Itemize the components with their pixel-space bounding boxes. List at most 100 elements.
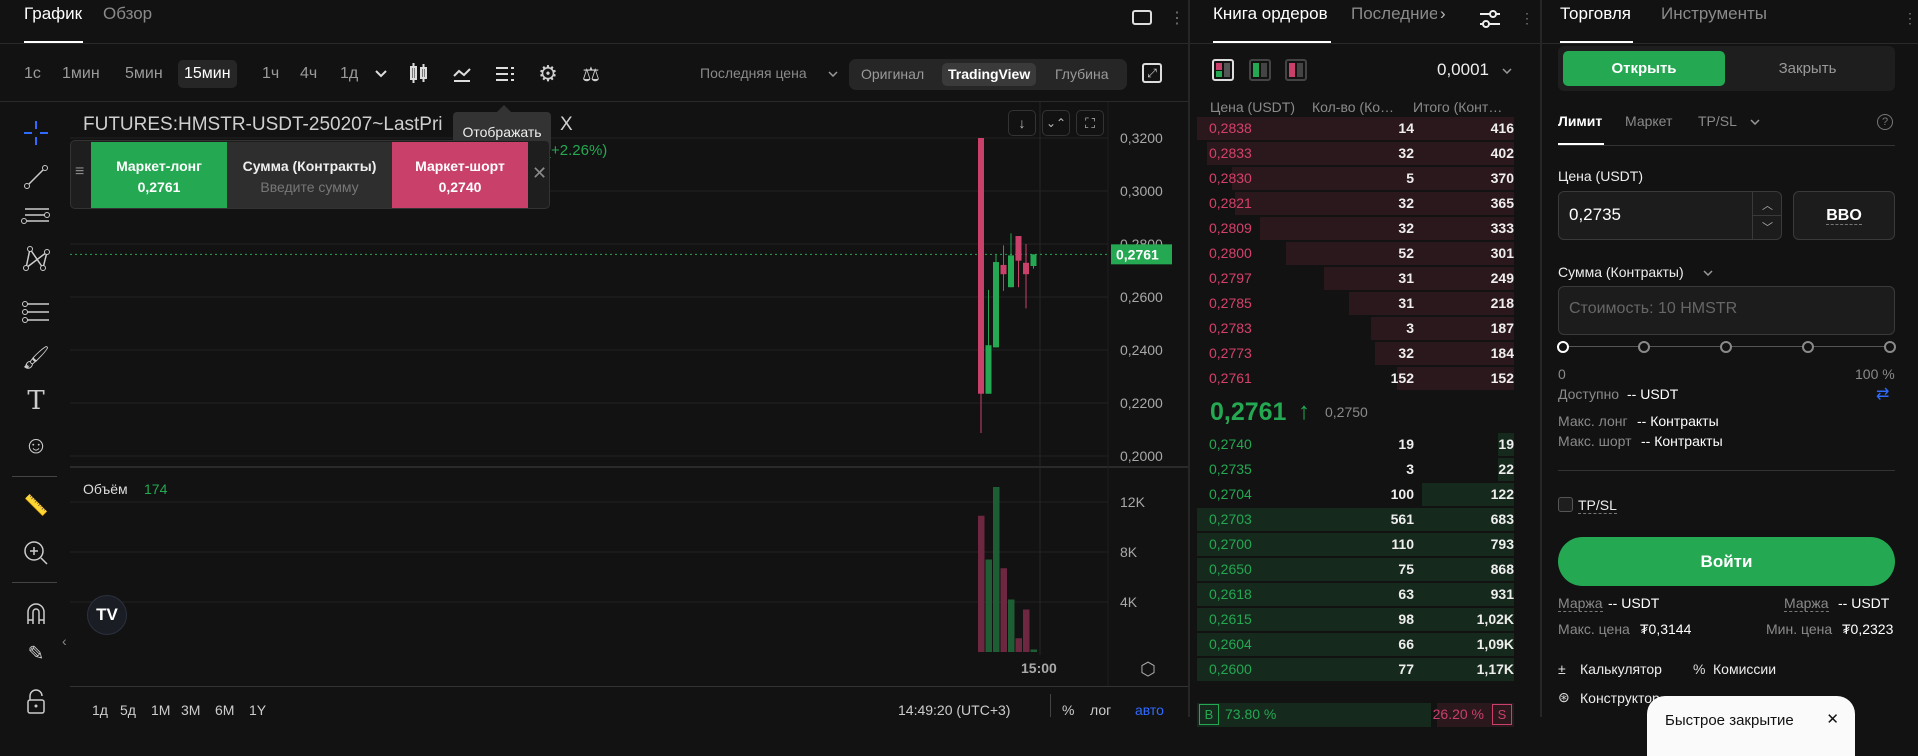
ask-row[interactable]: 0,2800 52 301 xyxy=(1197,242,1514,265)
range-button[interactable]: 1М xyxy=(151,702,170,718)
swap-icon[interactable]: ⇄ xyxy=(1876,384,1889,404)
price-input[interactable]: 0,2735 ︿ ﹀ xyxy=(1558,191,1782,240)
open-button[interactable]: Открыть xyxy=(1563,51,1725,86)
quick-close-popup[interactable]: Быстрое закрытие ✕ xyxy=(1647,696,1855,756)
bid-row[interactable]: 0,2604 66 1,09K xyxy=(1197,633,1514,656)
bbo-button[interactable]: BBO xyxy=(1793,191,1895,240)
volume-bar xyxy=(1008,599,1015,652)
order-type-limit[interactable]: Лимит xyxy=(1558,113,1602,129)
ask-row[interactable]: 0,2785 31 218 xyxy=(1197,292,1514,315)
ask-row[interactable]: 0,2797 31 249 xyxy=(1197,267,1514,290)
tpsl-checkbox[interactable] xyxy=(1558,497,1573,512)
candle-body xyxy=(1008,255,1014,288)
sliders-icon[interactable] xyxy=(1477,6,1503,32)
close-icon[interactable]: ✕ xyxy=(532,163,547,184)
bid-row[interactable]: 0,2735 3 22 xyxy=(1197,458,1514,481)
slider-step-75[interactable] xyxy=(1802,341,1814,353)
range-button[interactable]: 3М xyxy=(181,702,200,718)
ask-row[interactable]: 0,2783 3 187 xyxy=(1197,317,1514,340)
time-axis-label: 15:00 xyxy=(1021,660,1057,676)
market-short-price: 0,2740 xyxy=(438,179,482,195)
bid-row[interactable]: 0,2704 100 122 xyxy=(1197,483,1514,506)
amount-placeholder: Введите сумму xyxy=(260,179,359,195)
precision-select[interactable]: 0,0001 xyxy=(1437,60,1489,80)
view-asks-icon[interactable] xyxy=(1285,59,1307,81)
auto-scale-button[interactable]: авто xyxy=(1135,702,1164,718)
ask-row[interactable]: 0,2838 14 416 xyxy=(1197,117,1514,140)
ask-row[interactable]: 0,2830 5 370 xyxy=(1197,167,1514,190)
bid-row[interactable]: 0,2600 77 1,17K xyxy=(1197,658,1514,681)
range-button[interactable]: 6М xyxy=(215,702,234,718)
row-total: 333 xyxy=(1490,220,1514,236)
ask-row[interactable]: 0,2773 32 184 xyxy=(1197,342,1514,365)
candle-body xyxy=(1015,236,1022,261)
axis-settings-icon[interactable]: ⬡ xyxy=(1137,658,1159,680)
order-type-tpsl[interactable]: TP/SL xyxy=(1698,113,1737,129)
market-short-button[interactable]: Маркет-шорт 0,2740 xyxy=(392,142,528,208)
margin-value-long: -- USDT xyxy=(1608,595,1660,611)
fees-link[interactable]: Комиссии xyxy=(1713,661,1776,677)
bid-row[interactable]: 0,2650 75 868 xyxy=(1197,558,1514,581)
view-both-icon[interactable] xyxy=(1212,59,1234,81)
range-button[interactable]: 1д xyxy=(92,702,108,718)
volume-tick-label: 12K xyxy=(1120,494,1146,510)
tradingview-logo[interactable]: TV xyxy=(87,595,127,635)
panel-divider[interactable] xyxy=(1188,0,1190,717)
close-button[interactable]: Закрыть xyxy=(1725,51,1890,86)
order-type-market[interactable]: Маркет xyxy=(1625,113,1672,129)
ask-row[interactable]: 0,2821 32 365 xyxy=(1197,192,1514,215)
slider-step-25[interactable] xyxy=(1638,341,1650,353)
price-tick-label: 0,3200 xyxy=(1120,130,1163,146)
row-price: 0,2703 xyxy=(1209,511,1252,527)
amount-input[interactable]: Сумма (Контракты) Введите сумму xyxy=(227,142,392,208)
tab-orderbook[interactable]: Книга ордеров xyxy=(1213,4,1328,24)
reset-view-icon[interactable]: ⛶ xyxy=(1076,110,1104,136)
collapse-icon[interactable]: ⌄⌃ xyxy=(1042,110,1070,136)
slider-handle[interactable] xyxy=(1557,341,1569,353)
row-qty: 52 xyxy=(1398,245,1414,261)
price-tick-label: 0,2200 xyxy=(1120,395,1163,411)
view-bids-icon[interactable] xyxy=(1249,59,1271,81)
symbol-title-tail: X xyxy=(560,114,573,135)
increment-icon[interactable]: ︿ xyxy=(1762,197,1773,213)
scroll-to-latest-icon[interactable]: ↓ xyxy=(1008,110,1036,136)
range-button[interactable]: 1Y xyxy=(249,702,266,718)
bid-row[interactable]: 0,2703 561 683 xyxy=(1197,508,1514,531)
bid-row[interactable]: 0,2700 110 793 xyxy=(1197,533,1514,556)
calculator-link[interactable]: Калькулятор xyxy=(1580,661,1662,677)
ask-row[interactable]: 0,2833 32 402 xyxy=(1197,142,1514,165)
drag-handle-icon[interactable]: ≡ xyxy=(75,163,84,181)
amount-input[interactable]: Стоимость: 10 HMSTR xyxy=(1558,286,1895,335)
help-icon[interactable]: ? xyxy=(1877,114,1893,130)
max-price-value: ₮0,3144 xyxy=(1640,621,1692,637)
range-button[interactable]: 5д xyxy=(120,702,136,718)
ask-row[interactable]: 0,2761 152 152 xyxy=(1197,367,1514,390)
tab-trade[interactable]: Торговля xyxy=(1560,4,1631,24)
slider-step-100[interactable] xyxy=(1884,341,1896,353)
row-price: 0,2783 xyxy=(1209,320,1252,336)
tab-recent-trades[interactable]: Последние xyxy=(1351,4,1437,24)
bid-row[interactable]: 0,2618 63 931 xyxy=(1197,583,1514,606)
chevron-right-icon[interactable]: › xyxy=(1440,4,1446,24)
divider xyxy=(70,686,1188,687)
chevron-down-icon[interactable] xyxy=(1748,115,1762,129)
ask-row[interactable]: 0,2809 32 333 xyxy=(1197,217,1514,240)
market-long-button[interactable]: Маркет-лонг 0,2761 xyxy=(91,142,227,208)
builder-link[interactable]: Конструктор xyxy=(1580,690,1660,706)
decrement-icon[interactable]: ﹀ xyxy=(1762,219,1773,235)
row-total: 122 xyxy=(1490,486,1514,502)
close-icon[interactable]: ✕ xyxy=(1826,710,1839,728)
slider-step-50[interactable] xyxy=(1720,341,1732,353)
bid-row[interactable]: 0,2740 19 19 xyxy=(1197,433,1514,456)
chevron-down-icon[interactable] xyxy=(1701,266,1715,280)
candlestick-chart[interactable]: 0,32000,30000,28000,26000,24000,22000,20… xyxy=(0,0,1190,717)
drag-handle-icon[interactable]: ⋮ xyxy=(1903,8,1917,28)
bid-row[interactable]: 0,2615 98 1,02K xyxy=(1197,608,1514,631)
log-scale-button[interactable]: лог xyxy=(1090,702,1111,718)
drag-handle-icon[interactable]: ⋮ xyxy=(1520,8,1534,28)
panel-divider[interactable] xyxy=(1540,0,1542,717)
available-value: -- USDT xyxy=(1627,386,1679,402)
tab-tools[interactable]: Инструменты xyxy=(1661,4,1767,24)
submit-button[interactable]: Войти xyxy=(1558,537,1895,586)
percent-scale-button[interactable]: % xyxy=(1062,702,1074,718)
